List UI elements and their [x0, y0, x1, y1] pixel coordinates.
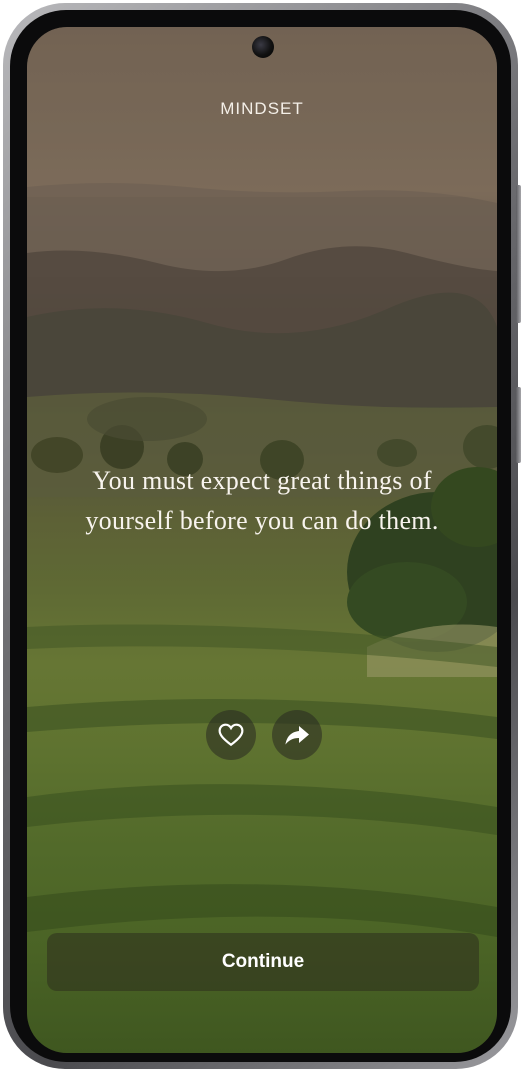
phone-frame: MINDSET You must expect great things of …: [3, 3, 521, 1069]
screen: MINDSET You must expect great things of …: [27, 27, 497, 1053]
quote-text: You must expect great things of yourself…: [85, 466, 439, 535]
volume-up-button: [516, 185, 521, 323]
heart-outline-icon: [218, 723, 244, 747]
share-button[interactable]: [272, 710, 322, 760]
share-arrow-icon: [285, 726, 309, 745]
like-button[interactable]: [206, 710, 256, 760]
app-logo-title: MINDSET: [220, 99, 304, 118]
continue-button[interactable]: Continue: [47, 933, 479, 991]
front-camera: [252, 36, 274, 58]
power-button: [516, 387, 521, 463]
